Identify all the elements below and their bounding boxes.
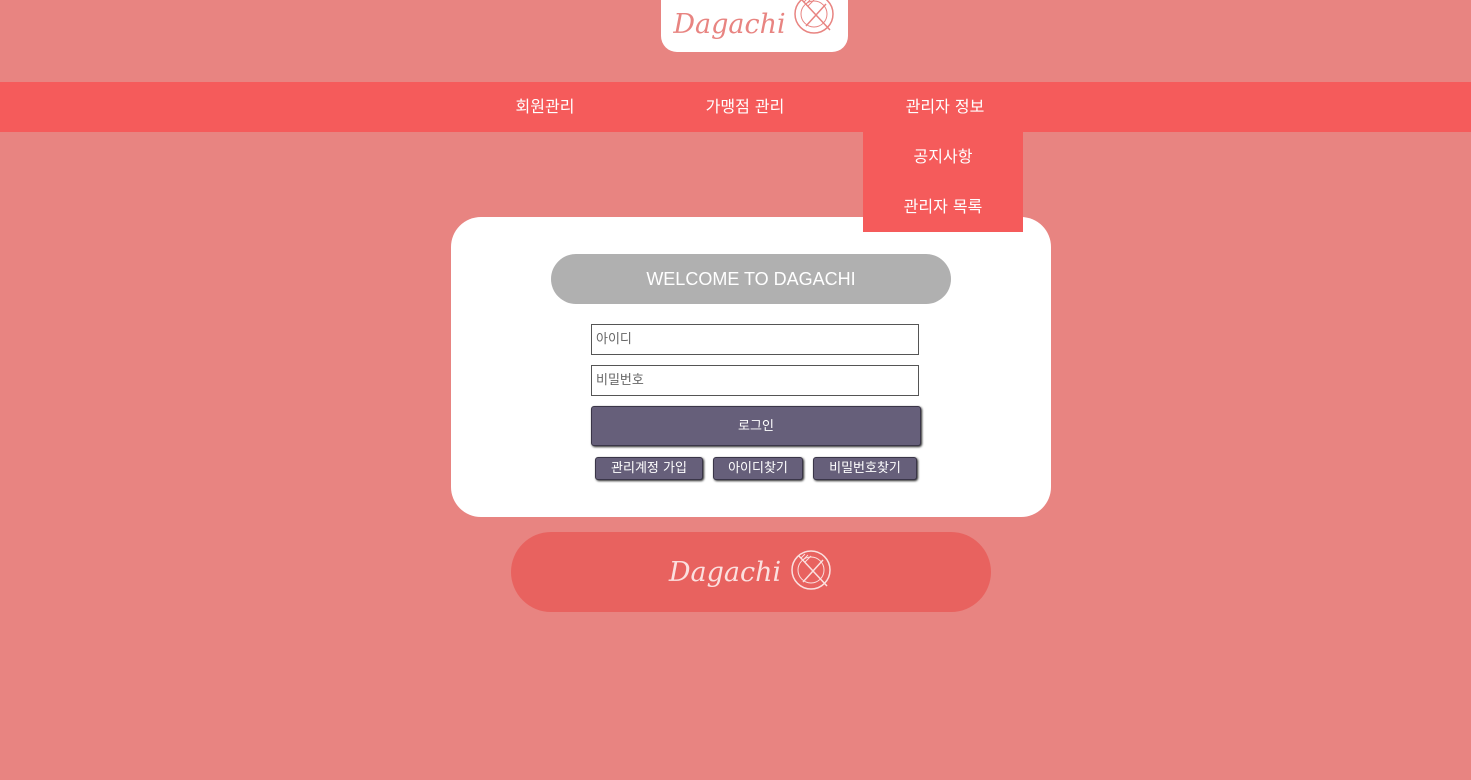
welcome-banner: WELCOME TO DAGACHI — [551, 254, 951, 304]
find-id-button[interactable]: 아이디찾기 — [713, 457, 803, 480]
dropdown-item-admin-list[interactable]: 관리자 목록 — [863, 182, 1023, 232]
footer-logo-text: Dagachi — [668, 556, 782, 588]
admin-info-dropdown: 공지사항 관리자 목록 — [863, 132, 1023, 232]
password-input[interactable] — [591, 365, 919, 396]
footer-logo-banner: Dagachi — [511, 532, 991, 612]
login-card: WELCOME TO DAGACHI 로그인 관리계정 가입 아이디찾기 비밀번… — [451, 217, 1051, 517]
nav-member-management[interactable]: 회원관리 — [485, 82, 605, 132]
admin-signup-button[interactable]: 관리계정 가입 — [595, 457, 703, 480]
main-navbar: 회원관리 가맹점 관리 관리자 정보 — [0, 82, 1471, 132]
nav-franchise-management[interactable]: 가맹점 관리 — [685, 82, 805, 132]
find-password-button[interactable]: 비밀번호찾기 — [813, 457, 917, 480]
plate-fork-knife-icon — [792, 0, 836, 40]
id-input[interactable] — [591, 324, 919, 355]
nav-admin-info[interactable]: 관리자 정보 — [880, 82, 1010, 132]
plate-fork-knife-icon — [789, 548, 833, 596]
login-button[interactable]: 로그인 — [591, 406, 921, 446]
header-logo[interactable]: Dagachi — [661, 0, 848, 52]
logo-text: Dagachi — [673, 9, 786, 40]
dropdown-item-notices[interactable]: 공지사항 — [863, 132, 1023, 182]
